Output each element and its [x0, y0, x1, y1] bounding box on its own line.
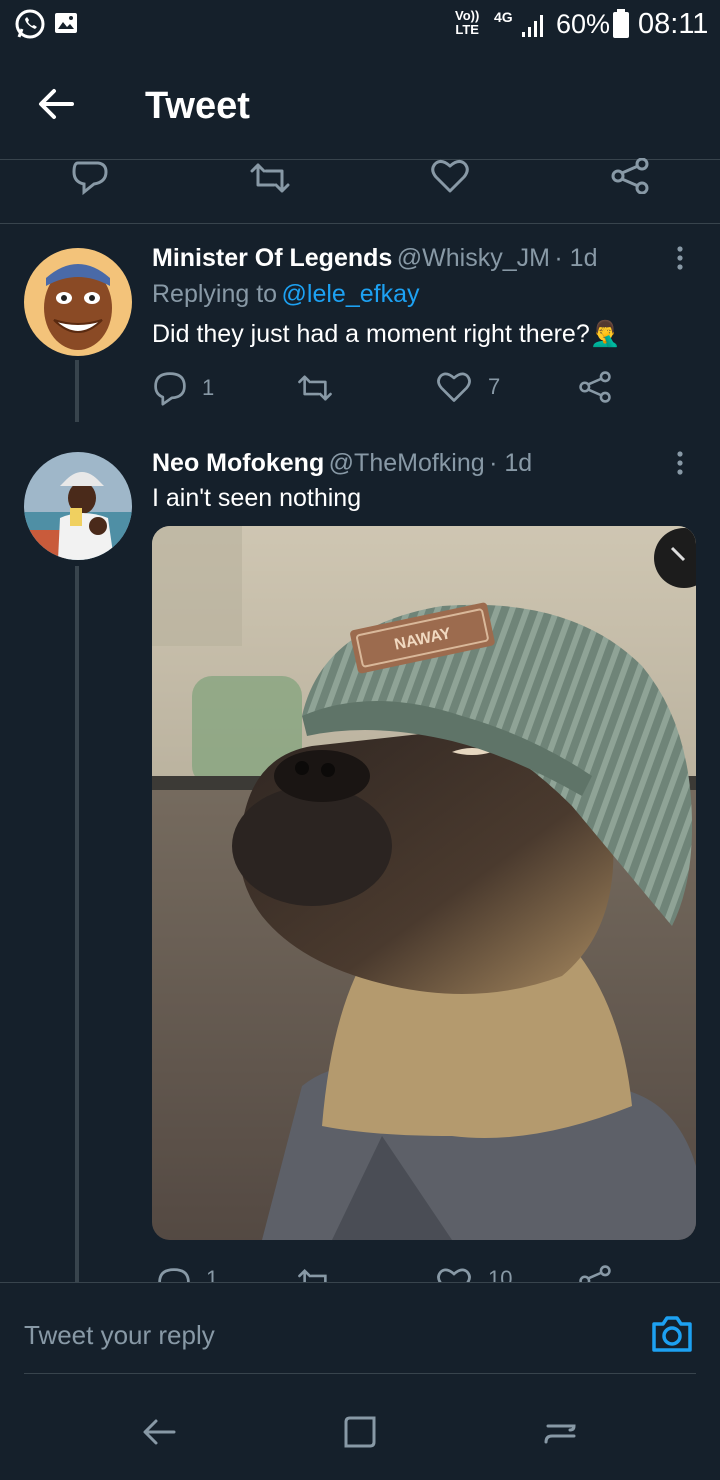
arrow-left-icon: [39, 89, 74, 119]
reply-input[interactable]: Tweet your reply: [24, 1320, 215, 1351]
main-reply-button[interactable]: [70, 160, 110, 196]
heart-icon: [437, 1268, 471, 1282]
avatar[interactable]: [24, 248, 132, 356]
recents-icon: [344, 1416, 376, 1448]
back-nav-icon: [143, 1419, 176, 1445]
volte-indicator: Vo)) LTE: [455, 9, 479, 37]
tweet-menu-button[interactable]: [668, 449, 692, 479]
clock: 08:11: [638, 8, 709, 40]
replying-to: Replying to @lele_efkay: [152, 280, 419, 309]
share-button[interactable]: [578, 370, 612, 404]
share-icon: [579, 371, 611, 403]
reply-button[interactable]: 1: [152, 370, 214, 406]
gallery-icon: [54, 11, 78, 35]
header: [0, 50, 720, 160]
nav-back-button[interactable]: [140, 1412, 180, 1452]
like-button[interactable]: 10: [436, 1266, 512, 1282]
reply-icon: [158, 1268, 190, 1282]
share-icon: [579, 1265, 611, 1282]
dog-photo: NAWAY: [152, 526, 696, 1240]
battery-percent: 60%: [556, 9, 611, 39]
reply-count: 1: [202, 375, 215, 400]
share-icon: [611, 158, 649, 194]
page-title: Tweet: [145, 85, 250, 127]
tweet-media-image[interactable]: NAWAY: [152, 526, 696, 1240]
tweet-menu-button[interactable]: [668, 244, 692, 274]
back-button[interactable]: [36, 86, 76, 122]
like-count: 7: [488, 374, 501, 399]
tweet-text-body: Did they just had a moment right there?: [152, 320, 590, 348]
signal-icon: [520, 12, 550, 38]
main-share-button[interactable]: [610, 158, 650, 194]
tweet-header: Neo Mofokeng @TheMofking · 1d: [152, 449, 532, 478]
tweet-actions-row: 1 10: [152, 1262, 696, 1282]
author-name[interactable]: Neo Mofokeng: [152, 449, 324, 477]
retweet-button[interactable]: [296, 374, 334, 402]
battery-icon: [612, 9, 630, 39]
tweet-time: · 1d: [489, 449, 533, 477]
status-bar: Vo)) LTE 4G 60% 08:11: [0, 0, 720, 50]
camera-icon: [652, 1316, 692, 1352]
retweet-icon: [250, 163, 290, 193]
nav-recents-button[interactable]: [540, 1412, 580, 1452]
replying-prefix: Replying to: [152, 280, 278, 308]
tweet-header: Minister Of Legends @Whisky_JM · 1d: [152, 244, 597, 273]
like-button[interactable]: 7: [436, 370, 500, 404]
reply-button[interactable]: 1: [156, 1266, 218, 1282]
heart-icon: [437, 372, 471, 402]
tweet-time: · 1d: [554, 244, 598, 272]
thread-line: [75, 360, 79, 422]
recent-apps-icon: [544, 1424, 576, 1444]
share-button[interactable]: [578, 1264, 612, 1282]
retweet-button[interactable]: [296, 1268, 334, 1282]
more-vertical-icon: [677, 451, 683, 475]
facepalm-emoji: 🤦‍♂️: [589, 320, 621, 348]
network-type: 4G: [494, 9, 513, 25]
avatar[interactable]: [24, 452, 132, 560]
author-handle[interactable]: @Whisky_JM: [397, 244, 550, 272]
volte-label: Vo)): [455, 8, 480, 23]
retweet-icon: [298, 375, 332, 401]
reply-icon: [154, 372, 186, 406]
reply-icon: [72, 161, 108, 196]
tweet-text: I ain't seen nothing: [152, 484, 362, 512]
composer-underline: [24, 1373, 696, 1374]
reply-count: 1: [206, 1266, 219, 1282]
lte-label: LTE: [455, 22, 479, 37]
composer-divider: [0, 1282, 720, 1283]
main-retweet-button[interactable]: [248, 163, 292, 193]
replying-to-link[interactable]: @lele_efkay: [282, 280, 420, 308]
main-like-button[interactable]: [430, 158, 470, 194]
whatsapp-icon: [14, 8, 46, 40]
like-count: 10: [488, 1266, 513, 1282]
author-handle[interactable]: @TheMofking: [329, 449, 485, 477]
heart-icon: [431, 159, 469, 193]
author-name[interactable]: Minister Of Legends: [152, 244, 392, 272]
nav-home-button[interactable]: [340, 1412, 380, 1452]
tweet-text: Did they just had a moment right there?🤦…: [152, 320, 621, 349]
thread-line: [75, 566, 79, 1282]
retweet-icon: [298, 1268, 327, 1282]
camera-button[interactable]: [650, 1314, 694, 1354]
more-vertical-icon: [677, 246, 683, 270]
